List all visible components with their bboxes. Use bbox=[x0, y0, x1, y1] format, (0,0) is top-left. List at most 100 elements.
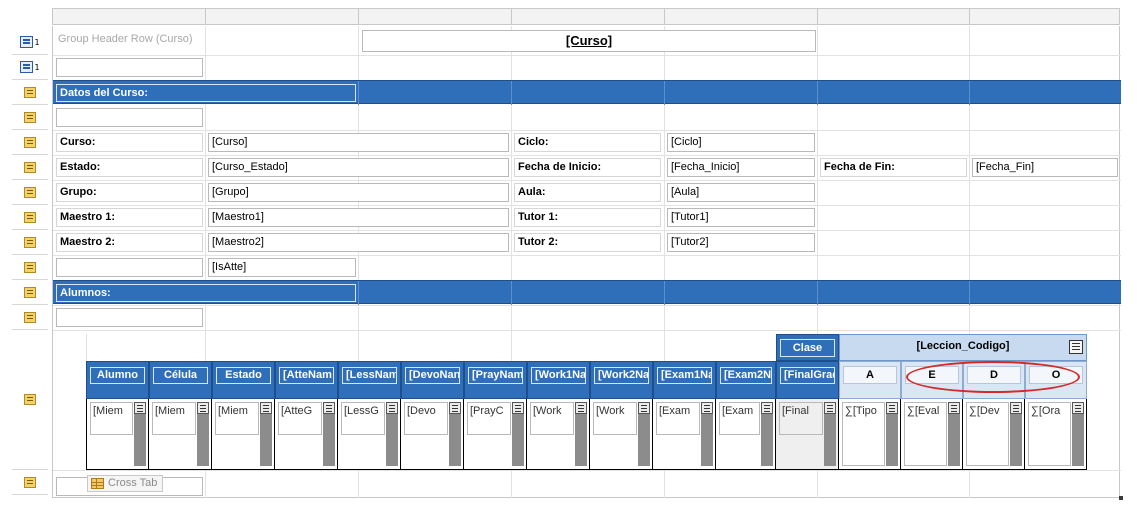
field-ciclo[interactable]: [Ciclo] bbox=[667, 133, 815, 152]
field-maestro-2[interactable]: [Maestro2] bbox=[208, 233, 509, 252]
row-handle[interactable] bbox=[12, 305, 48, 330]
column-group-header[interactable]: Clase bbox=[776, 334, 839, 361]
row-value-cell[interactable]: [Exam bbox=[653, 399, 716, 470]
empty-textbox[interactable] bbox=[56, 108, 203, 127]
empty-textbox[interactable] bbox=[56, 308, 203, 327]
column-header[interactable]: [Leccion_Codigo] bbox=[839, 334, 1087, 361]
label-maestro-1[interactable]: Maestro 1: bbox=[56, 208, 203, 227]
row-value-cell[interactable]: [Miem bbox=[212, 399, 275, 470]
summary-cell[interactable]: ∑[Dev bbox=[963, 399, 1025, 470]
row-handle[interactable] bbox=[12, 205, 48, 230]
group-header-placeholder[interactable]: Group Header Row (Curso) bbox=[55, 31, 205, 50]
row-value-cell[interactable]: [Miem bbox=[86, 399, 149, 470]
menu-icon[interactable] bbox=[1010, 402, 1022, 414]
field-is-atte[interactable]: [IsAtte] bbox=[208, 258, 356, 277]
resize-handle[interactable] bbox=[1119, 496, 1123, 500]
row-handle-group-2[interactable]: 1 bbox=[12, 55, 48, 80]
empty-textbox[interactable] bbox=[56, 58, 203, 77]
row-header[interactable]: [AtteNam bbox=[275, 361, 338, 399]
empty-textbox[interactable] bbox=[56, 258, 203, 277]
menu-icon[interactable] bbox=[134, 402, 146, 414]
field-maestro-1[interactable]: [Maestro1] bbox=[208, 208, 509, 227]
row-handle[interactable] bbox=[12, 280, 48, 305]
label-grupo[interactable]: Grupo: bbox=[56, 183, 203, 202]
label-fecha-fin[interactable]: Fecha de Fin: bbox=[820, 158, 967, 177]
section-title[interactable]: Alumnos: bbox=[56, 284, 356, 302]
menu-icon[interactable] bbox=[512, 402, 524, 414]
field-grupo[interactable]: [Grupo] bbox=[208, 183, 509, 202]
cell-scrollbar[interactable] bbox=[761, 414, 773, 466]
label-tutor-1[interactable]: Tutor 1: bbox=[514, 208, 661, 227]
row-header[interactable]: [Exam1Na bbox=[653, 361, 716, 399]
crosstab[interactable]: Alumno Célula Estado [AtteNam [LessNam [… bbox=[86, 334, 1087, 471]
column-ruler[interactable] bbox=[52, 8, 1120, 25]
cell-scrollbar[interactable] bbox=[260, 414, 272, 466]
summary-cell[interactable]: ∑[Tipo bbox=[839, 399, 901, 470]
label-maestro-2[interactable]: Maestro 2: bbox=[56, 233, 203, 252]
section-title[interactable]: Datos del Curso: bbox=[56, 84, 356, 102]
row-handle[interactable] bbox=[12, 180, 48, 205]
section-banner-alumnos[interactable]: Alumnos: bbox=[53, 280, 1121, 305]
cell-scrollbar[interactable] bbox=[948, 414, 960, 466]
row-header[interactable]: [PrayNam bbox=[464, 361, 527, 399]
field-aula[interactable]: [Aula] bbox=[667, 183, 815, 202]
cell-scrollbar[interactable] bbox=[638, 414, 650, 466]
field-fecha-inicio[interactable]: [Fecha_Inicio] bbox=[667, 158, 815, 177]
row-header[interactable]: [Work1Na bbox=[527, 361, 590, 399]
crosstab-tag[interactable]: Cross Tab bbox=[87, 475, 163, 492]
cell-scrollbar[interactable] bbox=[449, 414, 461, 466]
ruler-column[interactable] bbox=[53, 9, 206, 24]
menu-icon[interactable] bbox=[449, 402, 461, 414]
row-handle[interactable] bbox=[12, 105, 48, 130]
row-handle[interactable] bbox=[12, 470, 48, 495]
row-handle[interactable] bbox=[12, 230, 48, 255]
curso-title-field[interactable]: [Curso] bbox=[362, 30, 816, 52]
cell-scrollbar[interactable] bbox=[1010, 414, 1022, 466]
label-fecha-inicio[interactable]: Fecha de Inicio: bbox=[514, 158, 661, 177]
ruler-column[interactable] bbox=[359, 9, 512, 24]
row-value-cell[interactable]: [PrayC bbox=[464, 399, 527, 470]
label-aula[interactable]: Aula: bbox=[514, 183, 661, 202]
menu-icon[interactable] bbox=[948, 402, 960, 414]
menu-icon[interactable] bbox=[575, 402, 587, 414]
field-tutor-2[interactable]: [Tutor2] bbox=[667, 233, 815, 252]
cell-scrollbar[interactable] bbox=[575, 414, 587, 466]
cell-scrollbar[interactable] bbox=[824, 414, 836, 466]
row-value-cell[interactable]: [Final bbox=[776, 399, 839, 470]
cell-scrollbar[interactable] bbox=[1072, 414, 1084, 466]
row-value-cell[interactable]: [LessG bbox=[338, 399, 401, 470]
cell-scrollbar[interactable] bbox=[886, 414, 898, 466]
cell-scrollbar[interactable] bbox=[134, 414, 146, 466]
summary-cell[interactable]: ∑[Ora bbox=[1025, 399, 1087, 470]
row-handle[interactable] bbox=[12, 130, 48, 155]
row-header[interactable]: Estado bbox=[212, 361, 275, 399]
label-curso[interactable]: Curso: bbox=[56, 133, 203, 152]
ruler-column[interactable] bbox=[665, 9, 818, 24]
field-curso-estado[interactable]: [Curso_Estado] bbox=[208, 158, 509, 177]
row-handle[interactable] bbox=[12, 155, 48, 180]
menu-icon[interactable] bbox=[638, 402, 650, 414]
row-handle[interactable] bbox=[12, 255, 48, 280]
ruler-column[interactable] bbox=[512, 9, 665, 24]
label-estado[interactable]: Estado: bbox=[56, 158, 203, 177]
ruler-column[interactable] bbox=[818, 9, 970, 24]
row-header[interactable]: Alumno bbox=[86, 361, 149, 399]
row-header[interactable]: [DevoNan bbox=[401, 361, 464, 399]
section-banner-datos[interactable]: Datos del Curso: bbox=[53, 80, 1121, 105]
row-value-cell[interactable]: [Miem bbox=[149, 399, 212, 470]
row-value-cell[interactable]: [Devo bbox=[401, 399, 464, 470]
cell-scrollbar[interactable] bbox=[701, 414, 713, 466]
row-header[interactable]: [FinalGrad bbox=[776, 361, 839, 399]
ruler-column[interactable] bbox=[206, 9, 359, 24]
field-curso[interactable]: [Curso] bbox=[208, 133, 509, 152]
menu-icon[interactable] bbox=[701, 402, 713, 414]
menu-icon[interactable] bbox=[386, 402, 398, 414]
cell-scrollbar[interactable] bbox=[386, 414, 398, 466]
label-tutor-2[interactable]: Tutor 2: bbox=[514, 233, 661, 252]
cell-scrollbar[interactable] bbox=[512, 414, 524, 466]
menu-icon[interactable] bbox=[323, 402, 335, 414]
menu-icon[interactable] bbox=[761, 402, 773, 414]
menu-icon[interactable] bbox=[260, 402, 272, 414]
row-header[interactable]: [Exam2Na bbox=[716, 361, 776, 399]
row-header[interactable]: [Work2Na bbox=[590, 361, 653, 399]
